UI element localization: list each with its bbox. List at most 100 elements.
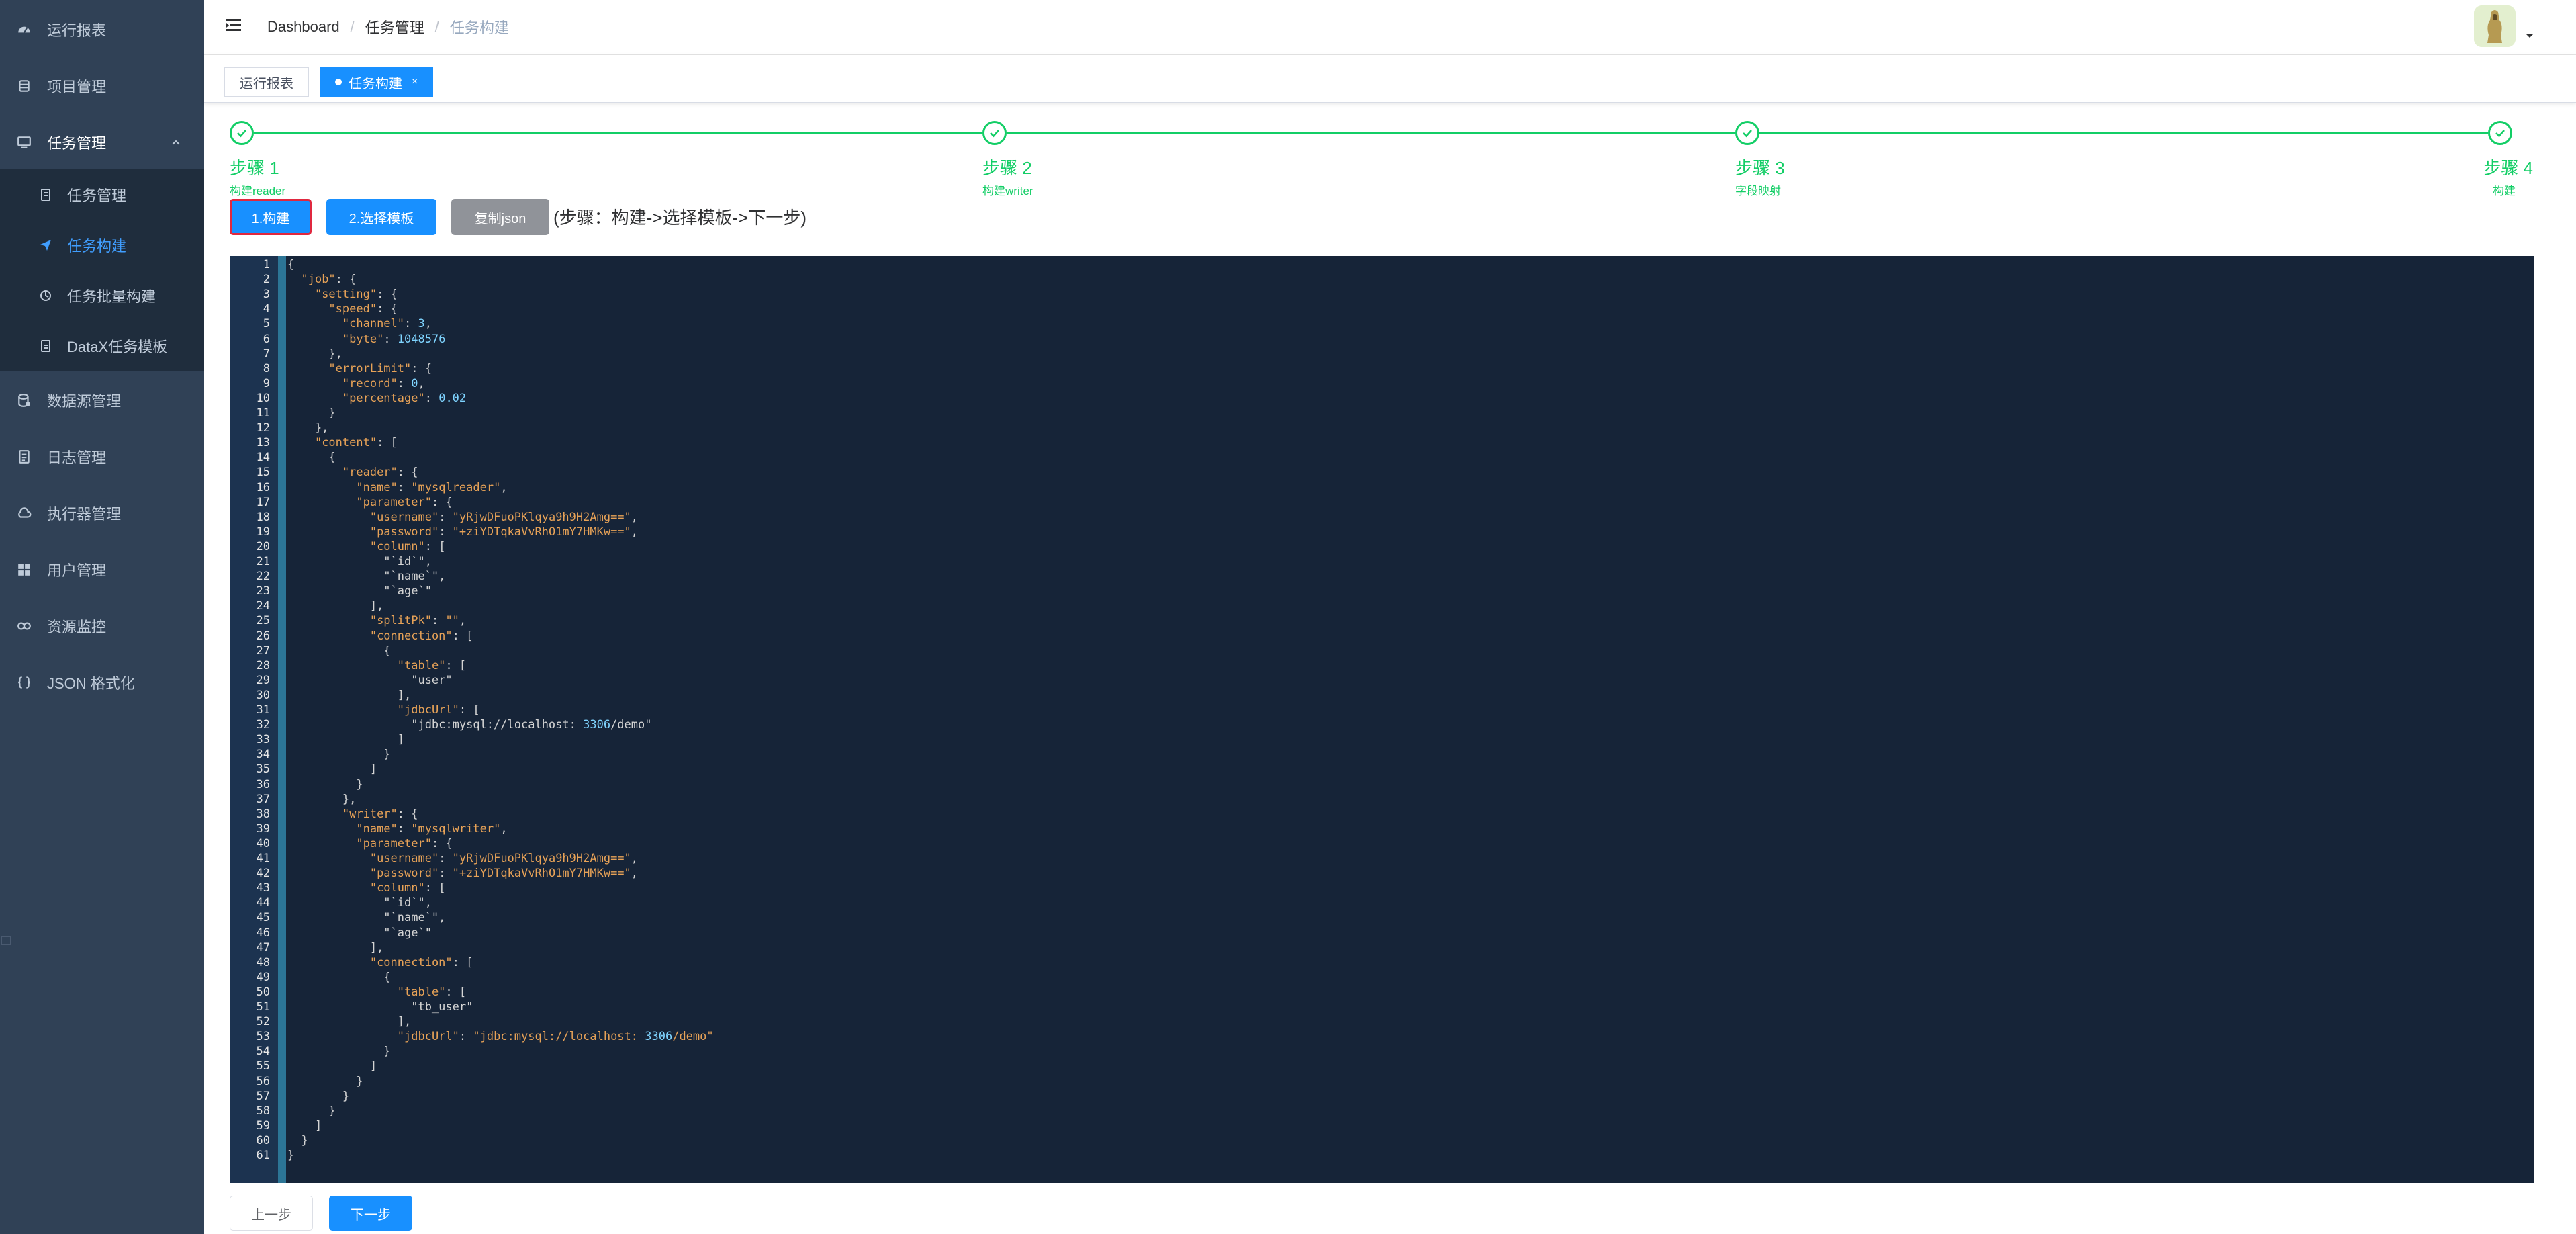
sidebar-item-run-report[interactable]: 运行报表 — [0, 1, 204, 58]
line-number: 3 — [263, 288, 270, 302]
line-number: 16 — [256, 480, 270, 494]
code-line: ] — [287, 1059, 377, 1073]
code-line: ] — [287, 733, 404, 747]
code-line: } — [287, 1074, 363, 1088]
step-connector — [1007, 132, 1735, 134]
code-line: "jdbcUrl": [ — [397, 703, 480, 717]
code-line: ] — [287, 762, 377, 777]
sidebar: 运行报表 项目管理 任务管理 任务管理 任务构建 任务批量构建 DataX任务模… — [0, 0, 204, 1234]
code-line: } — [287, 1045, 391, 1059]
sidebar-item-user[interactable]: 用户管理 — [0, 541, 204, 598]
tag-run-report[interactable]: 运行报表 — [224, 67, 309, 97]
close-icon[interactable]: × — [412, 76, 418, 88]
breadcrumb-separator: / — [434, 18, 439, 35]
sidebar-subitem-task-build[interactable]: 任务构建 — [0, 220, 204, 270]
sidebar-item-log[interactable]: 日志管理 — [0, 429, 204, 485]
line-number: 35 — [256, 762, 270, 777]
line-number: 49 — [256, 970, 270, 984]
code-line: "table": [ — [397, 985, 467, 999]
line-number: 28 — [256, 658, 270, 672]
code-line: "percentage": 0.02 — [342, 391, 467, 405]
code-line: } — [287, 1149, 295, 1162]
line-number: 31 — [256, 703, 270, 717]
prev-step-button[interactable]: 上一步 — [230, 1196, 313, 1231]
line-number: 50 — [256, 985, 270, 999]
breadcrumb-task-management[interactable]: 任务管理 — [365, 16, 424, 38]
code-line: ], — [287, 688, 412, 702]
sidebar-item-monitor[interactable]: 资源监控 — [0, 598, 204, 654]
line-number: 12 — [256, 421, 270, 435]
sidebar-subitem-task-management[interactable]: 任务管理 — [0, 169, 204, 220]
line-number: 11 — [256, 406, 270, 420]
avatar[interactable] — [2474, 5, 2516, 47]
code-line: ], — [287, 599, 384, 613]
breadcrumb-separator: / — [350, 18, 355, 35]
step-3-title: 步骤 3 — [1735, 158, 1785, 178]
tag-task-build[interactable]: 任务构建 × — [320, 67, 434, 97]
line-number: 14 — [256, 451, 270, 465]
code-line: "setting": { — [314, 288, 398, 302]
sidebar-item-task-management[interactable]: 任务管理 — [0, 114, 204, 171]
caret-down-icon[interactable] — [2525, 32, 2534, 39]
code-line: "user" — [287, 673, 453, 687]
eye-icon — [16, 619, 32, 633]
line-number: 52 — [256, 1015, 270, 1029]
step-2-title: 步骤 2 — [982, 158, 1032, 178]
line-number: 34 — [256, 748, 270, 762]
json-editor[interactable]: 1 2 3 4 5 6 7 8 9 10 11 12 13 14 15 16 17 18 19 20 21 22 23 24 2… — [230, 256, 2534, 1183]
sidebar-item-json-format[interactable]: JSON 格式化 — [0, 654, 204, 711]
code-line: "name": "mysqlwriter", — [356, 822, 508, 836]
list-icon — [38, 188, 54, 202]
send-icon — [38, 238, 54, 252]
code-line: ], — [287, 940, 384, 955]
code-line: ], — [287, 1015, 412, 1029]
step-2-desc: 构建writer — [982, 185, 1033, 197]
task-submenu: 任务管理 任务构建 任务批量构建 DataX任务模板 — [0, 169, 204, 371]
monitor-icon — [16, 135, 32, 150]
line-number-gutter: 1 2 3 4 5 6 7 8 9 10 11 12 13 14 15 16 17 18 19 20 21 22 23 24 2… — [230, 256, 278, 1183]
code-line: "parameter": { — [356, 836, 453, 850]
line-number: 27 — [256, 644, 270, 658]
sidebar-subitem-batch-build[interactable]: 任务批量构建 — [0, 270, 204, 320]
sidebar-subitem-datax-template[interactable]: DataX任务模板 — [0, 320, 204, 371]
step-4-title: 步骤 4 — [2483, 158, 2533, 178]
line-number: 10 — [256, 391, 270, 405]
copy-json-button[interactable]: 复制json — [451, 199, 549, 235]
line-number: 45 — [256, 911, 270, 925]
line-number: 22 — [256, 570, 270, 584]
collapse-handle-icon[interactable] — [0, 935, 12, 946]
code-line: "content": [ — [314, 436, 398, 450]
code-line: "column": [ — [369, 539, 446, 554]
line-number: 47 — [256, 940, 270, 955]
line-number: 7 — [263, 347, 270, 361]
sidebar-item-project[interactable]: 项目管理 — [0, 58, 204, 114]
code-line: "password": "+ziYDTqkaVvRhO1mY7HMKw==", — [369, 867, 639, 881]
code-line: "parameter": { — [356, 495, 453, 509]
code-line: } — [287, 748, 391, 762]
code-line: "`name`", — [287, 570, 446, 584]
code-line: "column": [ — [369, 881, 446, 895]
dashboard-icon — [16, 22, 32, 37]
chevron-up-icon — [172, 140, 180, 145]
sidebar-item-datasource[interactable]: 数据源管理 — [0, 372, 204, 429]
select-template-button[interactable]: 2.选择模板 — [326, 199, 436, 235]
code-line: "password": "+ziYDTqkaVvRhO1mY7HMKw==", — [369, 525, 639, 539]
step-1-title: 步骤 1 — [230, 158, 279, 178]
sidebar-item-executor[interactable]: 执行器管理 — [0, 485, 204, 541]
hamburger-icon[interactable] — [224, 16, 243, 35]
step-3-check-icon — [1735, 121, 1759, 145]
line-number: 51 — [256, 1000, 270, 1014]
code-line: "channel": 3, — [342, 317, 432, 331]
code-line: "`id`", — [287, 896, 432, 910]
code-line: "jdbcUrl": "jdbc:mysql://localhost: 3306… — [397, 1030, 714, 1044]
line-number: 21 — [256, 555, 270, 568]
code-line: } — [287, 1089, 350, 1103]
build-button[interactable]: 1.构建 — [230, 199, 312, 235]
breadcrumb-current: 任务构建 — [449, 19, 509, 36]
line-number: 26 — [256, 629, 270, 643]
step-4-desc: 构建 — [2493, 185, 2516, 197]
breadcrumb-dashboard[interactable]: Dashboard — [267, 18, 340, 36]
code-line: }, — [287, 421, 329, 435]
code-line: "reader": { — [342, 466, 418, 480]
next-step-button[interactable]: 下一步 — [329, 1196, 412, 1231]
